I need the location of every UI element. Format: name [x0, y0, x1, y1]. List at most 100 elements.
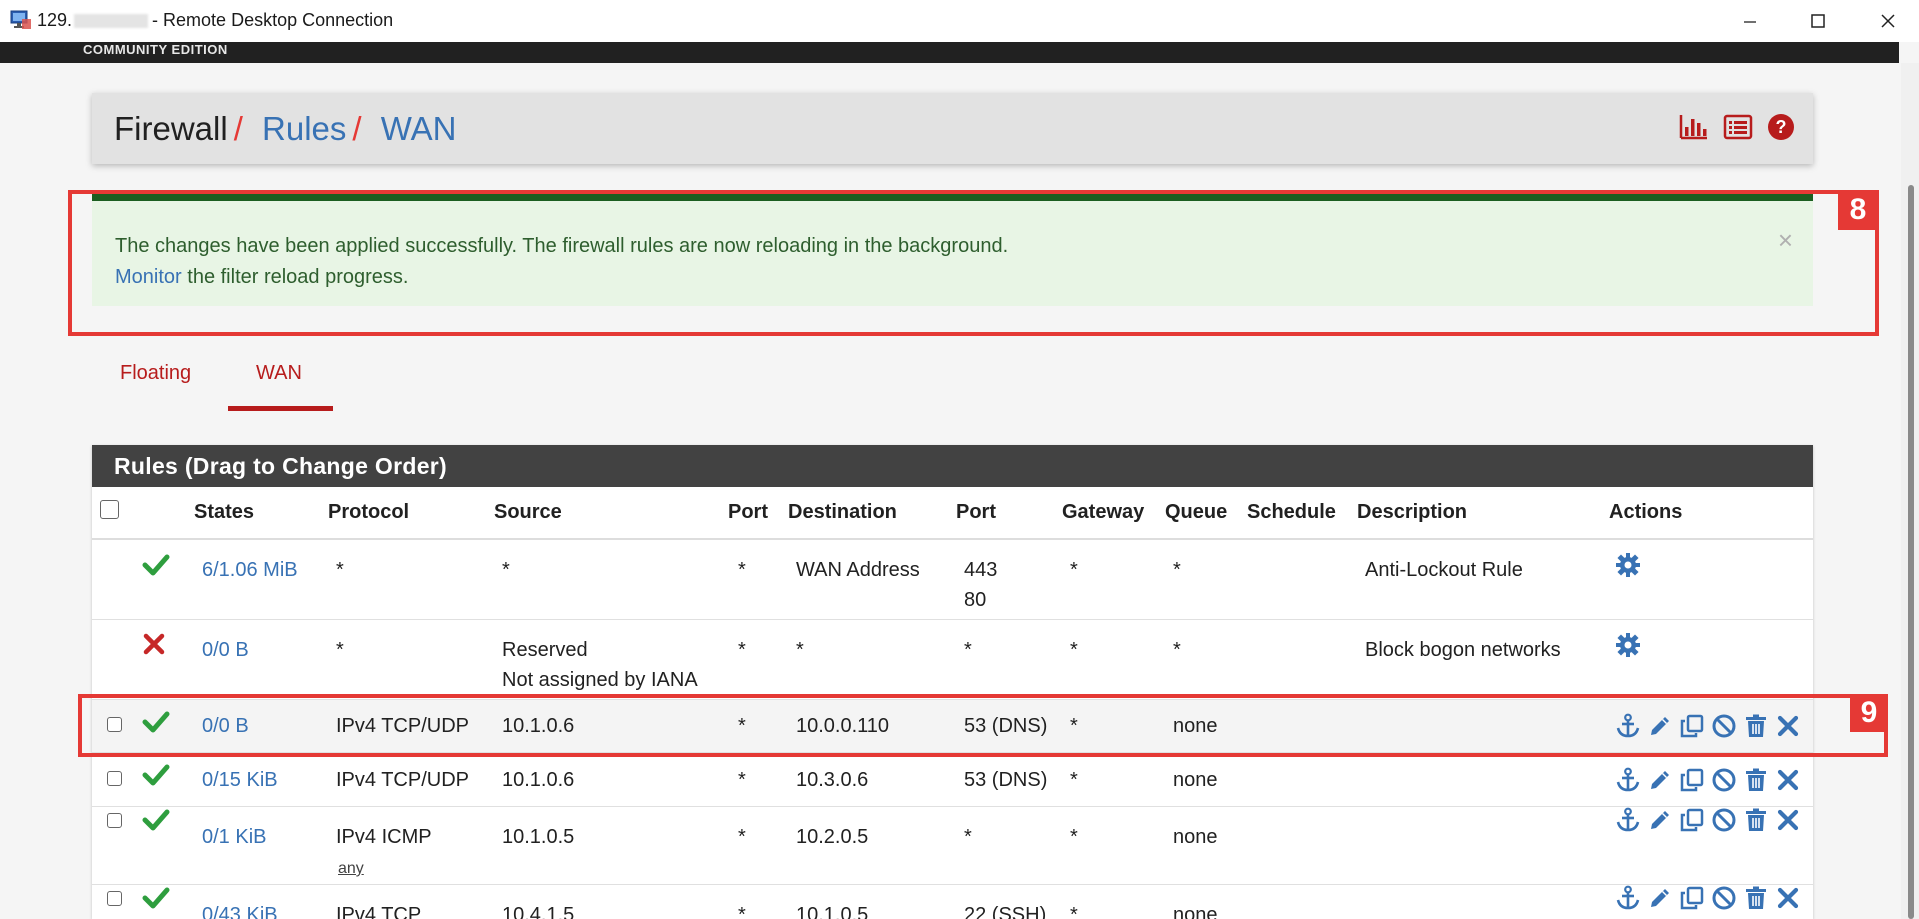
minimize-button[interactable] [1720, 0, 1780, 42]
protocol-cell: IPv4 ICMP [336, 826, 432, 848]
bar-chart-icon[interactable] [1679, 113, 1709, 141]
delete-x-icon[interactable] [1775, 807, 1801, 833]
remote-desktop-icon [10, 10, 31, 29]
description-cell: Anti-Lockout Rule [1365, 559, 1523, 581]
col-dest-port[interactable]: Port [950, 487, 1062, 540]
rdp-titlebar: 129. - Remote Desktop Connection [0, 0, 1919, 42]
disable-icon[interactable] [1711, 885, 1737, 911]
copy-icon[interactable] [1679, 885, 1705, 911]
delete-x-icon[interactable] [1775, 885, 1801, 911]
col-source-port[interactable]: Port [728, 487, 788, 540]
dest-port-cell: 443 [964, 559, 998, 581]
queue-cell: none [1173, 904, 1218, 919]
edition-label: COMMUNITY EDITION [83, 42, 228, 57]
dest-port-cell: 22 (SSH) [964, 904, 1047, 919]
tab-floating[interactable]: Floating [120, 362, 191, 385]
source-port-cell: * [738, 768, 746, 791]
table-row[interactable]: 0/43 KiB IPv4 TCP 10.4.1.5 * 10.1.0.5 22 (SSH… [92, 884, 1813, 919]
states-link[interactable]: 0/0 B [202, 639, 249, 661]
gear-icon[interactable] [1615, 632, 1641, 658]
destination-cell: WAN Address [796, 559, 920, 581]
close-icon [1881, 14, 1895, 28]
list-icon[interactable] [1723, 113, 1753, 141]
edit-pencil-icon[interactable] [1647, 885, 1673, 911]
gateway-cell: * [1070, 826, 1078, 848]
delete-x-icon[interactable] [1775, 767, 1801, 793]
breadcrumb-wan-link[interactable]: WAN [381, 110, 457, 147]
breadcrumb-firewall: Firewall [114, 110, 228, 147]
col-protocol[interactable]: Protocol [320, 487, 486, 540]
anchor-icon[interactable] [1615, 767, 1641, 793]
row-checkbox[interactable] [107, 770, 122, 786]
rules-panel-title: Rules (Drag to Change Order) [92, 445, 1813, 487]
table-row[interactable]: 0/0 B * Reserved Not assigned by IANA * * * * * B… [92, 619, 1813, 700]
copy-icon[interactable] [1679, 807, 1705, 833]
block-x-icon [142, 633, 166, 661]
table-row[interactable]: 6/1.06 MiB * * * WAN Address 443 80 * * Anti-Lock… [92, 539, 1813, 620]
queue-cell: none [1173, 768, 1218, 791]
protocol-cell: * [336, 559, 344, 581]
dest-port-cell: 53 (DNS) [964, 768, 1048, 791]
gateway-cell: * [1070, 768, 1078, 791]
states-link[interactable]: 6/1.06 MiB [202, 559, 298, 581]
states-link[interactable]: 0/1 KiB [202, 826, 266, 848]
row-actions [1615, 767, 1813, 793]
scrollbar-thumb[interactable] [1908, 185, 1914, 919]
col-source[interactable]: Source [486, 487, 728, 540]
col-gateway[interactable]: Gateway [1062, 487, 1165, 540]
edit-pencil-icon[interactable] [1647, 807, 1673, 833]
annotation-box-9 [78, 694, 1888, 757]
col-actions: Actions [1601, 487, 1813, 540]
gateway-cell: * [1070, 904, 1078, 919]
row-checkbox[interactable] [107, 813, 122, 828]
queue-cell: * [1173, 559, 1181, 581]
destination-cell: * [796, 639, 804, 661]
maximize-button[interactable] [1788, 0, 1848, 42]
pass-check-icon [142, 809, 170, 838]
disable-icon[interactable] [1711, 767, 1737, 793]
close-window-button[interactable] [1858, 0, 1918, 42]
table-row[interactable]: 0/15 KiB IPv4 TCP/UDP 10.1.0.6 * 10.3.0.6 53 … [92, 752, 1813, 807]
select-all-checkbox[interactable] [100, 500, 119, 519]
queue-cell: * [1173, 639, 1181, 661]
annotation-badge-8: 8 [1838, 190, 1878, 230]
breadcrumb-rules-link[interactable]: Rules [262, 110, 346, 147]
minimize-icon [1744, 21, 1756, 23]
copy-icon[interactable] [1679, 767, 1705, 793]
col-description[interactable]: Description [1357, 487, 1601, 540]
col-queue[interactable]: Queue [1165, 487, 1247, 540]
annotation-box-8 [68, 190, 1879, 336]
col-destination[interactable]: Destination [788, 487, 950, 540]
trash-icon[interactable] [1743, 807, 1769, 833]
row-checkbox[interactable] [107, 891, 122, 906]
gear-icon[interactable] [1615, 552, 1641, 578]
trash-icon[interactable] [1743, 885, 1769, 911]
dest-port-cell: * [964, 639, 972, 661]
pass-check-icon [142, 554, 170, 583]
edit-pencil-icon[interactable] [1647, 767, 1673, 793]
source-cell: * [502, 559, 510, 581]
dest-port-extra: 80 [964, 589, 987, 611]
disable-icon[interactable] [1711, 807, 1737, 833]
rules-panel: Rules (Drag to Change Order) States Prot… [92, 445, 1813, 919]
trash-icon[interactable] [1743, 767, 1769, 793]
states-link[interactable]: 0/43 KiB [202, 904, 278, 919]
col-states[interactable]: States [186, 487, 320, 540]
source-cell: 10.4.1.5 [502, 904, 575, 919]
pass-check-icon [142, 887, 170, 916]
destination-cell: 10.1.0.5 [796, 904, 869, 919]
protocol-subtype: any [338, 860, 364, 877]
states-link[interactable]: 0/15 KiB [202, 769, 278, 791]
anchor-icon[interactable] [1615, 807, 1641, 833]
col-schedule[interactable]: Schedule [1247, 487, 1357, 540]
destination-cell: 10.2.0.5 [796, 826, 869, 848]
source-cell: 10.1.0.6 [502, 768, 575, 791]
help-icon[interactable]: ? [1767, 113, 1795, 141]
tab-wan[interactable]: WAN [256, 362, 302, 385]
row-actions [1615, 632, 1813, 658]
source-port-cell: * [738, 559, 746, 581]
redacted-ip [74, 14, 149, 29]
breadcrumb-panel: Firewall / Rules / WAN ? [92, 93, 1813, 164]
anchor-icon[interactable] [1615, 885, 1641, 911]
table-row[interactable]: 0/1 KiB IPv4 ICMP any 10.1.0.5 * 10.2.0.5 * * no… [92, 806, 1813, 885]
